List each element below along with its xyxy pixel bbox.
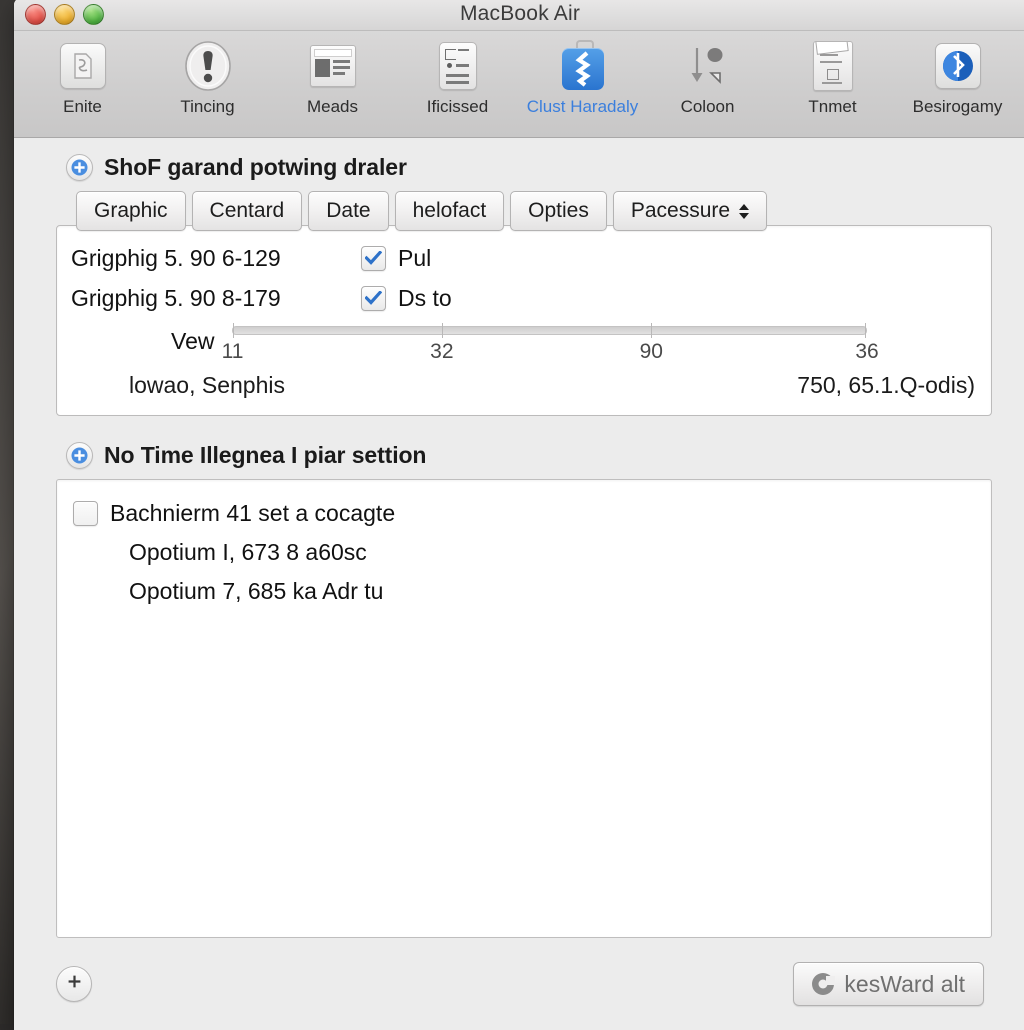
kesward-alt-button[interactable]: kesWard alt xyxy=(793,962,984,1006)
alert-exclamation-icon xyxy=(181,39,235,93)
news-article-icon xyxy=(306,39,360,93)
toolbar-item-label: Clust Haradaly xyxy=(527,97,639,117)
toolbar-item-label: Meads xyxy=(307,97,358,117)
slider-tick xyxy=(442,323,443,338)
toolbar-item-besirogamy[interactable]: Besirogamy xyxy=(895,39,1020,117)
toolbar-item-tincing[interactable]: Tincing xyxy=(145,39,270,117)
bluetooth-icon xyxy=(931,39,985,93)
section-one-title: ShoF garand potwing draler xyxy=(104,154,407,181)
download-arrow-icon xyxy=(681,39,735,93)
checkbox-pul-label: Pul xyxy=(398,245,431,272)
window-title: MacBook Air xyxy=(14,2,1024,26)
plus-circle-icon[interactable] xyxy=(66,442,93,469)
plus-icon xyxy=(66,973,83,995)
add-button[interactable] xyxy=(56,966,92,1002)
section-two-title: No Time Illegnea I piar settion xyxy=(104,442,426,469)
tabview-panel: Graphic Centard Date helofact Opties Pac… xyxy=(56,191,992,416)
list-item-label: Opotium 7, 685 ka Adr tu xyxy=(129,578,383,605)
panel-footer-right: 750, 65.1.Q-odis) xyxy=(797,372,975,399)
list-item[interactable]: Bachnierm 41 set a cocagte xyxy=(73,494,975,533)
slider-control[interactable]: 11 32 90 36 xyxy=(232,326,977,370)
preferences-content: ShoF garand potwing draler Graphic Centa… xyxy=(14,138,1024,938)
toolbar-item-label: Ificissed xyxy=(427,97,488,117)
list-item[interactable]: Opotium I, 673 8 a60sc xyxy=(73,533,975,572)
setting-row: Grigphig 5. 90 6-129 Pul xyxy=(71,238,977,278)
printer-document-icon xyxy=(806,39,860,93)
slider-track[interactable] xyxy=(232,326,867,335)
slider-tick-label: 11 xyxy=(222,340,244,364)
window-bottom-bar: kesWard alt xyxy=(14,938,1024,1030)
section-one-header[interactable]: ShoF garand potwing draler xyxy=(66,154,1002,181)
tab-helofact[interactable]: helofact xyxy=(395,191,505,231)
spinner-circle-icon xyxy=(812,973,834,995)
plus-circle-icon[interactable] xyxy=(66,154,93,181)
tab-label: Centard xyxy=(210,199,285,223)
tab-centard[interactable]: Centard xyxy=(192,191,303,231)
checkbox-bachnierm[interactable] xyxy=(73,501,98,526)
slider-label: Vew xyxy=(171,326,214,355)
tab-label: Pacessure xyxy=(631,199,730,223)
setting-row-label: Grigphig 5. 90 6-129 xyxy=(71,245,361,272)
toolbar-item-ificissed[interactable]: Ificissed xyxy=(395,39,520,117)
tab-label: Date xyxy=(326,199,370,223)
preferences-toolbar: Enite Tincing xyxy=(14,31,1024,138)
tab-date[interactable]: Date xyxy=(308,191,388,231)
tab-opties[interactable]: Opties xyxy=(510,191,607,231)
slider-tick-label: 36 xyxy=(855,340,878,364)
checkbox-ds-to[interactable] xyxy=(361,286,386,311)
checkbox-pul[interactable] xyxy=(361,246,386,271)
toolbar-item-tnmet[interactable]: Tnmet xyxy=(770,39,895,117)
setting-row: Grigphig 5. 90 8-179 Ds to xyxy=(71,278,977,318)
slider-tick xyxy=(233,323,234,338)
toolbar-item-label: Besirogamy xyxy=(913,97,1003,117)
toolbar-item-enite[interactable]: Enite xyxy=(20,39,145,117)
tab-graphic[interactable]: Graphic xyxy=(76,191,186,231)
toolbar-item-label: Tincing xyxy=(180,97,234,117)
slider-row: Vew 11 32 90 36 xyxy=(71,326,977,370)
list-item[interactable]: Opotium 7, 685 ka Adr tu xyxy=(73,572,975,611)
toolbar-item-meads[interactable]: Meads xyxy=(270,39,395,117)
tab-pacessure[interactable]: Pacessure xyxy=(613,191,767,231)
tab-label: Opties xyxy=(528,199,589,223)
slider-tick-label: 90 xyxy=(640,340,663,364)
slider-tick xyxy=(865,323,866,338)
tab-label: Graphic xyxy=(94,199,168,223)
stepper-icon[interactable] xyxy=(739,204,749,219)
setting-row-label: Grigphig 5. 90 8-179 xyxy=(71,285,361,312)
list-detail-icon xyxy=(431,39,485,93)
kesward-alt-label: kesWard alt xyxy=(844,971,965,998)
app-window: MacBook Air Enite xyxy=(14,0,1024,1030)
panel-footer: lowao, Senphis 750, 65.1.Q-odis) xyxy=(71,370,977,401)
tabview-pane: Grigphig 5. 90 6-129 Pul Grigphig 5. 90 … xyxy=(56,225,992,416)
checkbox-ds-to-label: Ds to xyxy=(398,285,452,312)
tabview-tabstrip: Graphic Centard Date helofact Opties Pac… xyxy=(56,191,992,231)
blue-zipper-disk-icon xyxy=(556,39,610,93)
list-item-label: Opotium I, 673 8 a60sc xyxy=(129,539,367,566)
window-titlebar: MacBook Air xyxy=(14,0,1024,31)
toolbar-item-coloon[interactable]: Coloon xyxy=(645,39,770,117)
toolbar-item-label: Enite xyxy=(63,97,102,117)
toolbar-item-label: Tnmet xyxy=(808,97,856,117)
slider-tick xyxy=(651,323,652,338)
toolbar-item-clust-haradaly[interactable]: Clust Haradaly xyxy=(520,39,645,117)
list-item-label: Bachnierm 41 set a cocagte xyxy=(110,500,395,527)
slider-tick-label: 32 xyxy=(430,340,453,364)
panel-footer-left: lowao, Senphis xyxy=(129,372,285,399)
tab-label: helofact xyxy=(413,199,487,223)
options-listbox[interactable]: Bachnierm 41 set a cocagte Opotium I, 67… xyxy=(56,479,992,938)
toolbar-item-label: Coloon xyxy=(681,97,735,117)
slider-tick-labels: 11 32 90 36 xyxy=(232,340,867,370)
document-card-icon xyxy=(56,39,110,93)
section-two-header[interactable]: No Time Illegnea I piar settion xyxy=(66,442,1002,469)
